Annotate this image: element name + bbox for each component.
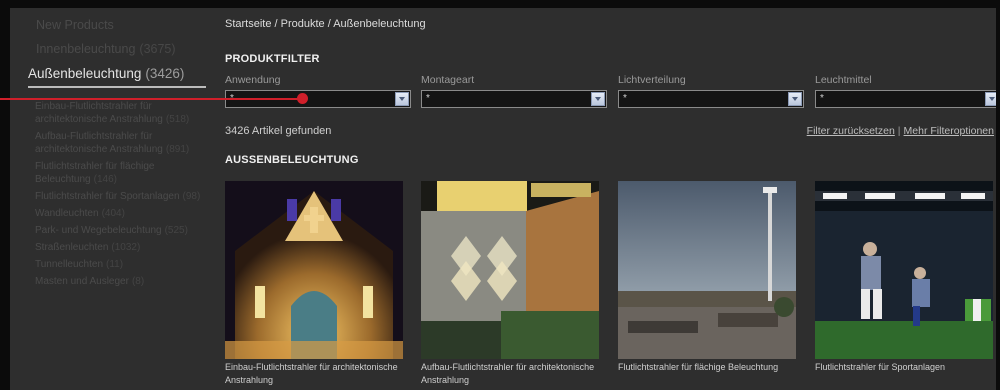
product-caption[interactable]: Flutlichtstrahler für Sportanlagen (815, 361, 993, 374)
subcategory-count: (891) (165, 144, 190, 155)
chevron-down-icon[interactable] (395, 92, 409, 106)
breadcrumb[interactable]: Startseite / Produkte / Außenbeleuchtung (225, 18, 426, 30)
sidebar-item-count: (3675) (139, 42, 176, 56)
category-sidebar: New Products Innenbeleuchtung (3675) Auße… (10, 8, 210, 390)
pointer-dot (297, 93, 308, 104)
sidebar-item-innenbeleuchtung[interactable]: Innenbeleuchtung (3675) (36, 42, 176, 56)
subcategory-count: (518) (165, 114, 190, 125)
subcategory-label: Aufbau-Flutlichtstrahler für architekton… (35, 131, 163, 155)
sidebar-item-aussenbeleuchtung-active[interactable]: Außenbeleuchtung (3426) (28, 66, 206, 88)
subcategory-count: (525) (164, 225, 188, 236)
subcategory-item[interactable]: Straßenleuchten (1032) (35, 241, 205, 254)
chevron-down-icon[interactable] (788, 92, 802, 106)
filter-label: Anwendung (225, 74, 281, 86)
subcategory-label: Straßenleuchten (35, 242, 109, 253)
filter-leuchtmittel: Leuchtmittel * (815, 74, 996, 108)
product-image-area-lighting[interactable] (618, 181, 796, 359)
subcategory-label: Wandleuchten (35, 208, 99, 219)
sidebar-item-count: (3426) (145, 66, 185, 81)
subcategory-count: (1032) (111, 242, 141, 253)
subcategory-item[interactable]: Park- und Wegebeleuchtung (525) (35, 224, 205, 237)
filter-montageart: Montageart * (421, 74, 607, 108)
filter-title: PRODUKTFILTER (225, 53, 320, 65)
product-card[interactable]: Flutlichtstrahler für Sportanlagen (815, 181, 993, 374)
more-filter-options-link[interactable]: Mehr Filteroptionen (904, 125, 994, 137)
select-value: * (426, 93, 430, 104)
product-image-sports-stadium[interactable] (815, 181, 993, 359)
subcategory-label: Tunnelleuchten (35, 259, 104, 270)
subcategory-label: Einbau-Flutlichtstrahler für architekton… (35, 101, 163, 125)
page-frame: New Products Innenbeleuchtung (3675) Auße… (10, 8, 996, 390)
chevron-down-icon[interactable] (591, 92, 605, 106)
sidebar-item-label: Innenbeleuchtung (36, 42, 136, 56)
results-count: 3426 Artikel gefunden (225, 125, 332, 137)
select-value: * (623, 93, 627, 104)
leuchtmittel-select[interactable]: * (815, 90, 996, 108)
subcategory-item[interactable]: Flutlichtstrahler für Sportanlagen (98) (35, 190, 205, 203)
subcategory-item[interactable]: Masten und Ausleger (8) (35, 275, 205, 288)
subcategory-count: (11) (106, 259, 124, 270)
product-card[interactable]: Aufbau-Flutlichtstrahler für architekton… (421, 181, 599, 387)
filter-links: Filter zurücksetzen | Mehr Filteroptionen (807, 125, 994, 137)
subcategory-label: Park- und Wegebeleuchtung (35, 225, 162, 236)
chevron-down-icon[interactable] (985, 92, 996, 106)
subcategory-count: (404) (101, 208, 125, 219)
category-heading: AUSSENBELEUCHTUNG (225, 154, 359, 166)
filter-label: Montageart (421, 74, 475, 86)
subcategory-count: (146) (93, 174, 117, 185)
subcategory-count: (98) (182, 191, 201, 202)
product-image-wall-lights[interactable] (421, 181, 599, 359)
subcategory-item[interactable]: Einbau-Flutlichtstrahler für architekton… (35, 100, 205, 126)
select-value: * (820, 93, 824, 104)
subcategory-item[interactable]: Aufbau-Flutlichtstrahler für architekton… (35, 130, 205, 156)
montageart-select[interactable]: * (421, 90, 607, 108)
sidebar-item-new-products[interactable]: New Products (36, 18, 114, 32)
pointer-line (0, 98, 305, 100)
product-image-church[interactable] (225, 181, 403, 359)
subcategory-count: (8) (131, 276, 145, 287)
filter-lichtverteilung: Lichtverteilung * (618, 74, 804, 108)
product-card[interactable]: Einbau-Flutlichtstrahler für architekton… (225, 181, 403, 387)
subcategory-item[interactable]: Flutlichtstrahler für flächige Beleuchtu… (35, 160, 205, 186)
filter-label: Lichtverteilung (618, 74, 686, 86)
subcategory-label: Flutlichtstrahler für Sportanlagen (35, 191, 180, 202)
sidebar-item-label: New Products (36, 18, 114, 32)
filter-anwendung: Anwendung * (225, 74, 411, 108)
product-caption[interactable]: Aufbau-Flutlichtstrahler für architekton… (421, 361, 599, 387)
subcategory-item[interactable]: Wandleuchten (404) (35, 207, 205, 220)
product-caption[interactable]: Flutlichtstrahler für flächige Beleuchtu… (618, 361, 796, 374)
sidebar-item-label: Außenbeleuchtung (28, 66, 142, 81)
product-caption[interactable]: Einbau-Flutlichtstrahler für architekton… (225, 361, 403, 387)
link-separator: | (897, 125, 901, 137)
product-card[interactable]: Flutlichtstrahler für flächige Beleuchtu… (618, 181, 796, 374)
reset-filter-link[interactable]: Filter zurücksetzen (807, 125, 895, 137)
filter-label: Leuchtmittel (815, 74, 872, 86)
subcategory-list: Einbau-Flutlichtstrahler für architekton… (35, 100, 205, 292)
lichtverteilung-select[interactable]: * (618, 90, 804, 108)
subcategory-label: Masten und Ausleger (35, 276, 129, 287)
subcategory-item[interactable]: Tunnelleuchten (11) (35, 258, 205, 271)
